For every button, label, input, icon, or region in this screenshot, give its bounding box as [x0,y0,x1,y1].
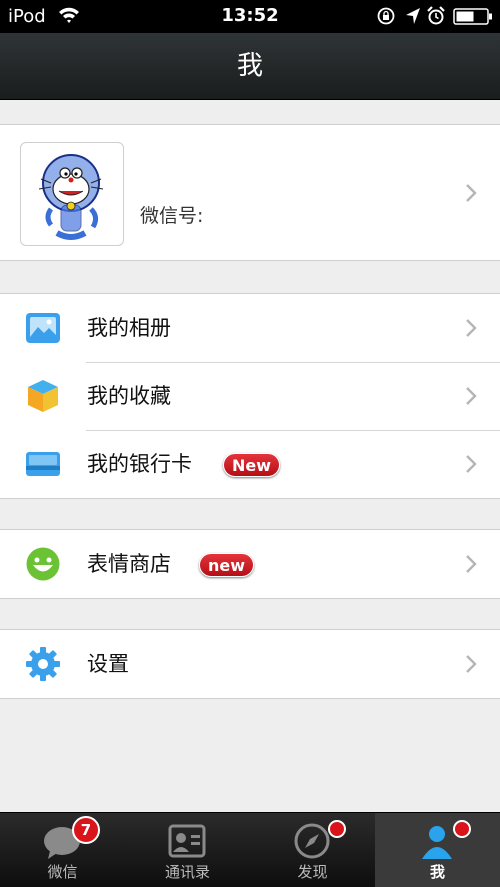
chevron-right-icon [466,555,477,573]
bankcard-icon [26,452,60,476]
menu-item-settings[interactable]: 设置 [0,630,500,698]
avatar[interactable] [20,142,124,246]
chevron-right-icon [466,319,477,337]
tab-label: 发现 [297,863,328,881]
contacts-icon [168,824,206,858]
tab-discover[interactable]: 发现 [250,813,375,887]
rotation-lock-icon [377,7,395,25]
notification-dot [453,820,471,838]
notification-dot [328,820,346,838]
location-icon [406,8,420,24]
menu-group-2: 表情商店 new [0,529,500,599]
album-icon [26,313,60,343]
unread-count-badge: 7 [72,816,100,844]
doraemon-drawing-icon [38,154,104,240]
new-badge: New [223,453,281,477]
status-bar: iPod 13:52 [0,0,500,33]
menu-item-bankcard[interactable]: 我的银行卡 New [0,430,500,498]
menu-item-favorites[interactable]: 我的收藏 [0,362,500,430]
favorites-icon [28,380,58,412]
menu-item-label: 我的收藏 [87,384,171,408]
alarm-icon [427,6,445,25]
page-title: 我 [236,51,263,81]
new-badge: new [199,553,255,577]
tab-label: 通讯录 [164,863,210,881]
menu-item-sticker-shop[interactable]: 表情商店 new [0,530,500,598]
chevron-right-icon [466,183,477,202]
tab-label: 我 [429,863,445,881]
menu-group-3: 设置 [0,629,500,699]
me-icon [422,826,452,859]
sticker-shop-icon [26,547,60,581]
chevron-right-icon [466,455,477,473]
profile-card[interactable]: 微信号: [0,124,500,261]
tab-bar: 7 微信 通讯录 发现 我 [0,812,500,887]
discover-icon [294,823,330,859]
nav-bar: 我 [0,33,500,100]
menu-group-1: 我的相册 我的收藏 我的银行卡 New [0,293,500,499]
menu-item-label: 我的相册 [87,316,171,340]
chevron-right-icon [466,655,477,673]
battery-icon [453,8,492,25]
menu-item-label: 表情商店 [87,552,171,576]
menu-item-label: 设置 [87,652,129,676]
status-time: 13:52 [221,5,279,26]
tab-me[interactable]: 我 [375,813,500,887]
wechat-id-label: 微信号: [140,205,204,227]
menu-item-album[interactable]: 我的相册 [0,294,500,362]
settings-icon [26,647,60,681]
chevron-right-icon [466,387,477,405]
tab-contacts[interactable]: 通讯录 [125,813,250,887]
tab-label: 微信 [47,863,78,881]
menu-item-label: 我的银行卡 [87,452,192,476]
tab-chats[interactable]: 7 微信 [0,813,125,887]
